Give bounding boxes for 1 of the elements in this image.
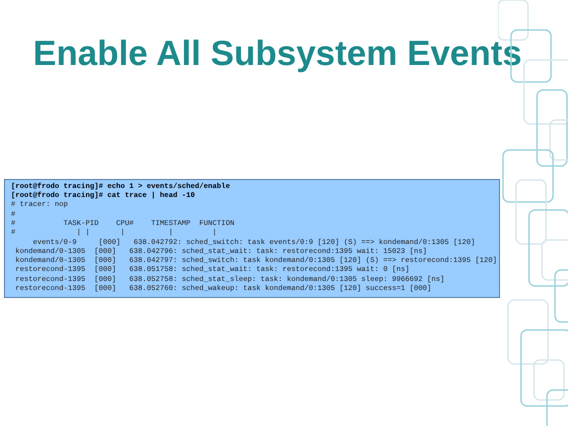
slide-title: Enable All Subsystem Events xyxy=(33,33,522,75)
